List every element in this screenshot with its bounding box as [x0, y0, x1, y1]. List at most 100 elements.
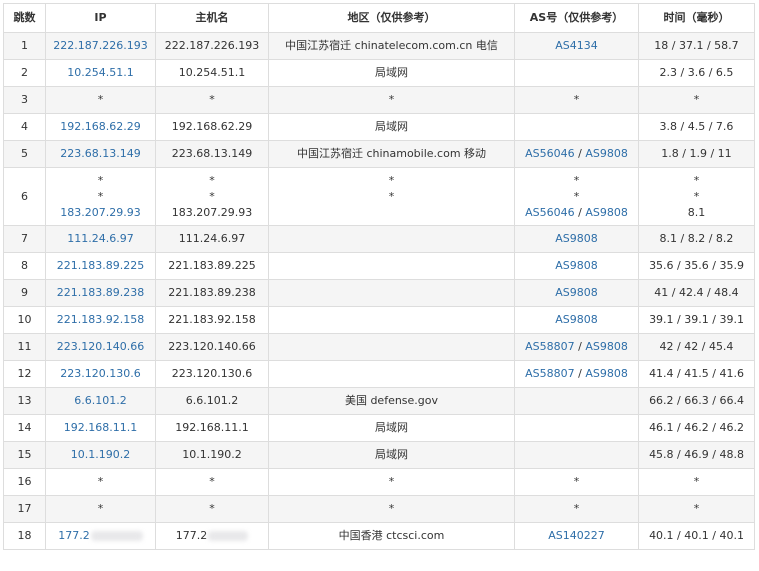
time-value: 40.1 / 40.1 / 40.1: [649, 529, 744, 542]
as-value: *: [573, 93, 580, 106]
as-link[interactable]: AS58807: [525, 367, 575, 380]
time-cell: 41 / 42.4 / 48.4: [638, 279, 755, 307]
ip-value[interactable]: 222.187.226.193: [50, 38, 151, 54]
as-link[interactable]: AS56046: [525, 206, 575, 219]
region-value: 中国江苏宿迁 chinamobile.com 移动: [296, 147, 487, 160]
as-link[interactable]: AS9808: [585, 206, 628, 219]
region-value: 局域网: [375, 448, 408, 461]
as-link[interactable]: AS140227: [548, 529, 605, 542]
ip-value[interactable]: 223.68.13.149: [50, 146, 151, 162]
hostname-value: 6.6.101.2: [185, 394, 239, 407]
as-cell: *: [514, 468, 639, 496]
time-cell: 39.1 / 39.1 / 39.1: [638, 306, 755, 334]
hostname-value: *: [209, 173, 215, 187]
region-value: [273, 312, 510, 328]
as-line: *: [519, 92, 634, 108]
ip-value[interactable]: 192.168.62.29: [50, 119, 151, 135]
time-value: *: [693, 189, 700, 203]
hostname-value: 221.183.89.238: [168, 286, 256, 299]
ip-value[interactable]: 183.207.29.93: [50, 205, 151, 221]
region-cell: [268, 252, 515, 280]
as-link[interactable]: AS9808: [555, 286, 598, 299]
as-line: [519, 420, 634, 436]
time-value: *: [693, 502, 700, 515]
region-cell: 局域网: [268, 59, 515, 87]
time-cell: 3.8 / 4.5 / 7.6: [638, 113, 755, 141]
as-link[interactable]: AS9808: [555, 313, 598, 326]
ip-value: *: [97, 475, 104, 488]
hop-cell: 17: [3, 495, 46, 523]
ip-cell: 192.168.62.29: [45, 113, 156, 141]
ip-value: *: [97, 189, 104, 203]
as-link[interactable]: AS4134: [555, 39, 598, 52]
hostname-value: 221.183.89.225: [168, 259, 256, 272]
hostname-cell: 10.254.51.1: [155, 59, 269, 87]
time-cell: * * 8.1: [638, 167, 755, 226]
hostname-cell: 221.183.89.225: [155, 252, 269, 280]
time-value: *: [693, 173, 700, 187]
hostname-cell: 223.120.140.66: [155, 333, 269, 361]
table-row: 15 10.1.190.2 10.1.190.2 局域网 45.8 / 46.9 / …: [3, 441, 755, 469]
ip-value[interactable]: 192.168.11.1: [50, 420, 151, 436]
ip-cell: 192.168.11.1: [45, 414, 156, 442]
ip-cell: 223.120.140.66: [45, 333, 156, 361]
hostname-value: *: [209, 502, 215, 515]
ip-value[interactable]: 221.183.92.158: [50, 312, 151, 328]
as-cell: AS140227: [514, 522, 639, 550]
region-cell: [268, 360, 515, 388]
as-cell: *: [514, 495, 639, 523]
traceroute-table: 跳数 IP 主机名 地区（仅供参考） AS号（仅供参考） 时间（毫秒） 1 222…: [3, 3, 755, 550]
hostname-cell: *: [155, 86, 269, 114]
hostname-value: 192.168.11.1: [175, 421, 249, 434]
time-value: 42 / 42 / 45.4: [659, 340, 734, 353]
ip-cell: 223.68.13.149: [45, 140, 156, 168]
as-cell: AS9808: [514, 306, 639, 334]
ip-value[interactable]: 10.254.51.1: [50, 65, 151, 81]
as-cell: [514, 387, 639, 415]
as-link[interactable]: AS56046: [525, 147, 575, 160]
ip-cell: 223.120.130.6: [45, 360, 156, 388]
ip-value[interactable]: 223.120.140.66: [50, 339, 151, 355]
as-value: *: [573, 475, 580, 488]
ip-cell: *: [45, 468, 156, 496]
table-row: 14 192.168.11.1 192.168.11.1 局域网 46.1 / 46.…: [3, 414, 755, 442]
time-value: 39.1 / 39.1 / 39.1: [649, 313, 744, 326]
time-value: 8.1 / 8.2 / 8.2: [659, 232, 734, 245]
ip-value[interactable]: 10.1.190.2: [50, 447, 151, 463]
as-link[interactable]: AS58807: [525, 340, 575, 353]
ip-value[interactable]: 111.24.6.97: [50, 231, 151, 247]
ip-cell: *: [45, 495, 156, 523]
time-cell: 35.6 / 35.6 / 35.9: [638, 252, 755, 280]
table-row: 11 223.120.140.66 223.120.140.66 AS58807 /…: [3, 333, 755, 361]
as-cell: AS9808: [514, 252, 639, 280]
region-cell: 中国江苏宿迁 chinatelecom.com.cn 电信: [268, 32, 515, 60]
col-header-region: 地区（仅供参考）: [268, 3, 515, 33]
hop-cell: 6: [3, 167, 46, 226]
as-link[interactable]: AS9808: [585, 340, 628, 353]
col-header-as: AS号（仅供参考）: [514, 3, 639, 33]
ip-value[interactable]: 221.183.89.225: [50, 258, 151, 274]
ip-value[interactable]: 177.2: [58, 529, 90, 542]
as-link[interactable]: AS9808: [555, 259, 598, 272]
as-link[interactable]: AS9808: [555, 232, 598, 245]
region-value: [273, 231, 510, 247]
redaction-blur: [208, 531, 249, 541]
as-link[interactable]: AS9808: [585, 367, 628, 380]
region-value: [273, 366, 510, 382]
ip-cell: 6.6.101.2: [45, 387, 156, 415]
region-cell: *: [268, 468, 515, 496]
region-cell: *: [268, 86, 515, 114]
as-cell: [514, 414, 639, 442]
hostname-cell: 10.1.190.2: [155, 441, 269, 469]
as-line: AS9808: [519, 258, 634, 274]
ip-value[interactable]: 223.120.130.6: [50, 366, 151, 382]
region-value: 局域网: [375, 66, 408, 79]
hop-cell: 11: [3, 333, 46, 361]
region-value: *: [388, 502, 395, 515]
table-row: 8 221.183.89.225 221.183.89.225 AS9808 35.6…: [3, 252, 755, 280]
as-link[interactable]: AS9808: [585, 147, 628, 160]
as-line: *: [519, 173, 634, 189]
col-header-ip: IP: [45, 3, 156, 33]
ip-value[interactable]: 6.6.101.2: [50, 393, 151, 409]
ip-value[interactable]: 221.183.89.238: [50, 285, 151, 301]
